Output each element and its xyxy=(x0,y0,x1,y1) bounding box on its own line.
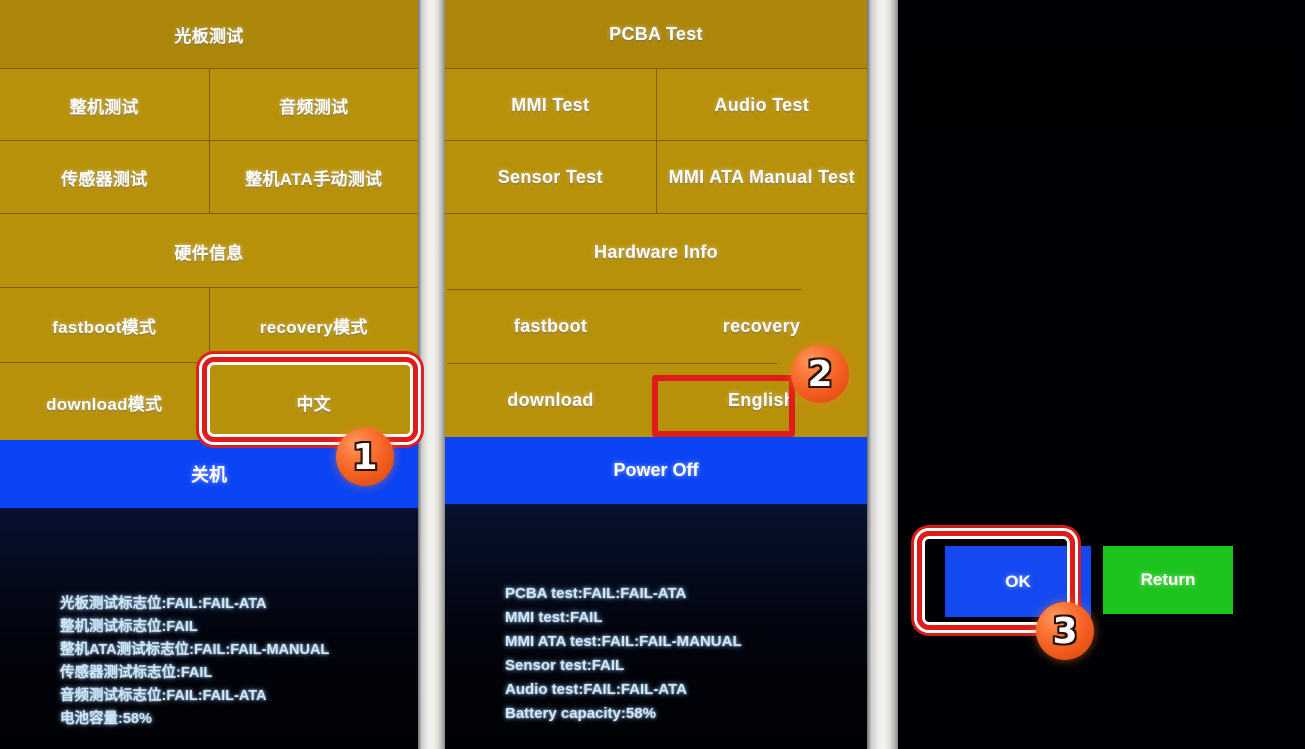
menu-header-row-cn: 光板测试 xyxy=(0,0,418,68)
status-log-lines-cn: 光板测试标志位:FAIL:FAIL-ATA 整机测试标志位:FAIL 整机ATA… xyxy=(60,593,329,731)
menu-item-mmi-test[interactable]: MMI Test xyxy=(445,69,657,141)
step-badge-1: 1 xyxy=(336,428,394,486)
log-line: Sensor test:FAIL xyxy=(505,657,625,674)
menu-item-hardware-info-en[interactable]: Hardware Info xyxy=(445,214,867,290)
step-badge-2: 2 xyxy=(791,345,849,403)
menu-header-label-cn: 光板测试 xyxy=(174,26,244,46)
status-log-cn: 光板测试标志位:FAIL:FAIL-ATA 整机测试标志位:FAIL 整机ATA… xyxy=(0,508,418,749)
log-line: 音频测试标志位:FAIL:FAIL-ATA xyxy=(60,688,267,704)
menu-header-label-en: PCBA Test xyxy=(609,23,703,44)
menu-item-download[interactable]: download xyxy=(445,363,656,437)
panel-divider-1 xyxy=(418,0,445,749)
menu-item-sensor-test[interactable]: 传感器测试 xyxy=(0,141,210,214)
panel-confirmation-dialog: OK Return xyxy=(898,0,1305,749)
menu-item-recovery-mode[interactable]: recovery模式 xyxy=(210,288,419,363)
menu-row-2-cn: 传感器测试 整机ATA手动测试 xyxy=(0,140,418,214)
log-line: Audio test:FAIL:FAIL-ATA xyxy=(505,681,687,698)
log-line: PCBA test:FAIL:FAIL-ATA xyxy=(505,585,687,602)
log-line: MMI ATA test:FAIL:FAIL-MANUAL xyxy=(505,633,742,650)
log-line: MMI test:FAIL xyxy=(505,609,603,626)
step-badge-3: 3 xyxy=(1036,602,1094,660)
factory-menu-chinese: 光板测试 整机测试 音频测试 传感器测试 整机ATA手动测试 硬件信息 fast… xyxy=(0,0,419,441)
log-line: 整机ATA测试标志位:FAIL:FAIL-MANUAL xyxy=(60,642,330,658)
menu-row-3-cn: 硬件信息 xyxy=(0,213,418,288)
screenshot-stage: 光板测试 整机测试 音频测试 传感器测试 整机ATA手动测试 硬件信息 fast… xyxy=(0,0,1305,749)
power-off-button-en[interactable]: Power Off xyxy=(445,437,867,504)
menu-item-fastboot-mode[interactable]: fastboot模式 xyxy=(0,288,210,363)
menu-row-4-cn: fastboot模式 recovery模式 xyxy=(0,287,418,363)
menu-row-2-en: Sensor Test MMI ATA Manual Test xyxy=(445,140,867,214)
status-log-en: PCBA test:FAIL:FAIL-ATA MMI test:FAIL MM… xyxy=(445,504,867,749)
menu-item-download-mode[interactable]: download模式 xyxy=(0,363,210,441)
log-line: 传感器测试标志位:FAIL xyxy=(60,665,213,681)
menu-row-1-en: MMI Test Audio Test xyxy=(445,68,867,141)
menu-header-row-en: PCBA Test xyxy=(445,0,867,68)
menu-item-audio-test[interactable]: 音频测试 xyxy=(210,69,419,141)
log-line: Battery capacity:58% xyxy=(505,705,656,722)
log-line: 电池容量:58% xyxy=(60,711,152,727)
menu-item-hardware-info[interactable]: 硬件信息 xyxy=(0,214,418,288)
return-button[interactable]: Return xyxy=(1103,546,1233,614)
menu-item-sensor-test-en[interactable]: Sensor Test xyxy=(445,141,657,214)
panel-chinese-factory-menu: 光板测试 整机测试 音频测试 传感器测试 整机ATA手动测试 硬件信息 fast… xyxy=(0,0,418,749)
menu-item-mmi-ata-manual-test[interactable]: MMI ATA Manual Test xyxy=(657,141,868,214)
menu-item-whole-device-test[interactable]: 整机测试 xyxy=(0,69,210,141)
menu-item-language-chinese[interactable]: 中文 xyxy=(210,363,419,441)
panel-divider-2 xyxy=(867,0,898,749)
log-line: 整机测试标志位:FAIL xyxy=(60,619,198,635)
status-log-lines-en: PCBA test:FAIL:FAIL-ATA MMI test:FAIL MM… xyxy=(505,582,742,726)
menu-item-audio-test-en[interactable]: Audio Test xyxy=(657,69,868,141)
menu-row-3-en: Hardware Info xyxy=(445,213,867,290)
menu-item-fastboot[interactable]: fastboot xyxy=(445,289,656,363)
menu-item-ata-manual-test[interactable]: 整机ATA手动测试 xyxy=(210,141,419,214)
log-line: 光板测试标志位:FAIL:FAIL-ATA xyxy=(60,596,267,612)
menu-row-1-cn: 整机测试 音频测试 xyxy=(0,68,418,141)
dialog-surface xyxy=(908,38,1298,138)
